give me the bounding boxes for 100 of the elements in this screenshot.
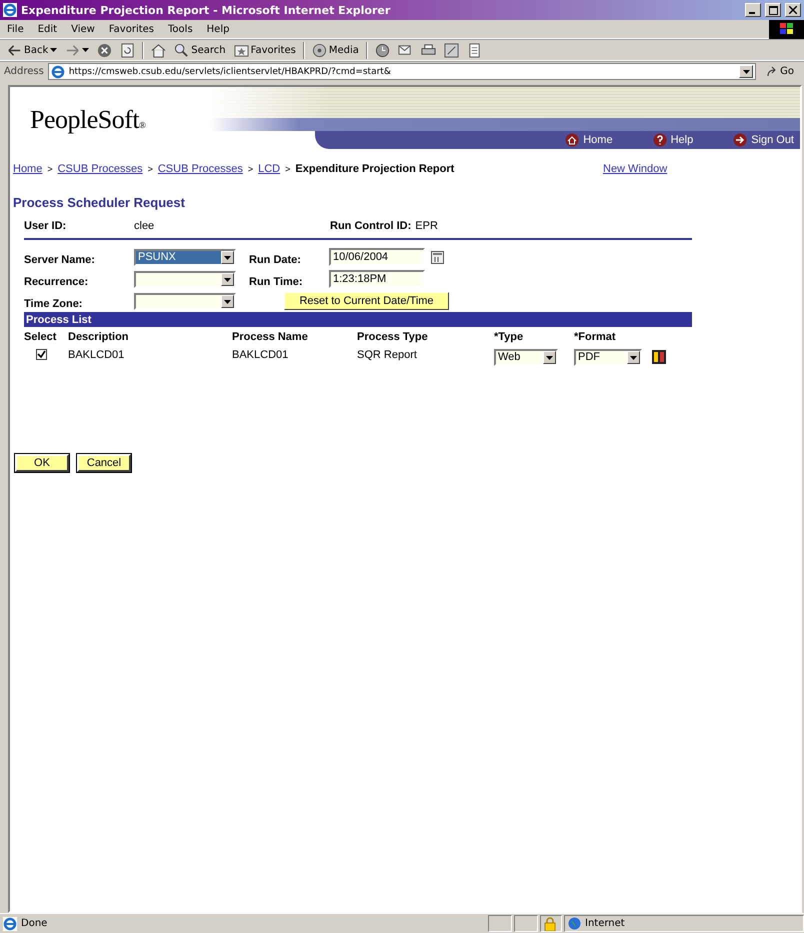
window-title: Expenditure Projection Report - Microsoft Internet Explorer xyxy=(21,4,392,16)
history-icon xyxy=(374,42,390,58)
column-header: Process Type xyxy=(357,330,429,343)
checkbox[interactable] xyxy=(36,349,47,360)
document-icon xyxy=(466,42,482,58)
printer-icon xyxy=(420,42,436,58)
status-panel xyxy=(488,915,512,932)
media-icon xyxy=(312,42,327,58)
arrow-icon xyxy=(733,133,748,147)
breadcrumb-link[interactable]: Home xyxy=(13,163,42,175)
arrow-icon xyxy=(766,66,778,78)
column-header: *Format xyxy=(574,330,617,343)
cancel-button[interactable]: Cancel xyxy=(77,454,131,472)
close-button[interactable] xyxy=(785,3,801,17)
field-label: Time Zone: xyxy=(24,298,84,310)
caret-icon xyxy=(224,300,231,304)
go-button[interactable]: Go xyxy=(760,66,800,78)
menu-item[interactable]: Help xyxy=(200,24,236,34)
caret-icon xyxy=(630,356,637,360)
zone-text: Internet xyxy=(585,918,625,929)
favorites-icon xyxy=(234,42,249,58)
toolbar-button[interactable]: Search xyxy=(171,40,229,60)
search-icon xyxy=(174,42,190,58)
toolbar-button[interactable]: Favorites xyxy=(230,40,299,60)
minimize-button[interactable] xyxy=(745,3,761,17)
mail-icon xyxy=(398,42,413,58)
column-header: *Type xyxy=(494,330,524,343)
field-value: clee xyxy=(134,220,156,232)
check-icon xyxy=(37,350,46,359)
toolbar-button[interactable]: Media xyxy=(308,40,362,60)
status-panel xyxy=(514,915,538,932)
menu-item[interactable]: View xyxy=(64,24,102,34)
date-field[interactable]: 10/06/2004 xyxy=(329,248,425,266)
breadcrumb-link[interactable]: LCD xyxy=(258,163,280,175)
field-label: Recurrence: xyxy=(24,276,90,288)
caret-icon xyxy=(224,256,231,260)
maximize-button[interactable] xyxy=(765,3,781,17)
field-label: Run Control ID: xyxy=(330,220,412,232)
breadcrumb-separator: > xyxy=(148,164,153,174)
distribution-icon[interactable] xyxy=(652,350,666,364)
field-label: Server Name: xyxy=(24,254,96,266)
breadcrumb-separator: > xyxy=(47,164,53,174)
help-icon xyxy=(652,133,667,147)
time-zone-select[interactable] xyxy=(134,293,236,310)
maximize-icon xyxy=(768,6,778,14)
type-select[interactable]: Web xyxy=(494,349,558,366)
breadcrumb-separator: > xyxy=(285,164,290,174)
column-header: Description xyxy=(68,330,130,343)
menu-item[interactable]: Tools xyxy=(161,24,200,34)
browser-icon xyxy=(3,3,17,17)
refresh-icon xyxy=(120,42,136,58)
nav-link[interactable]: Sign Out xyxy=(733,133,794,147)
column-header: Select xyxy=(24,330,58,343)
forward-arrow-icon xyxy=(65,42,80,58)
page-title: Process Scheduler Request xyxy=(13,195,186,210)
address-field[interactable]: https://cmsweb.csub.edu/servlets/iclientservlet/HBAKPRD/?cmd=start& xyxy=(48,63,756,80)
field-label: User ID: xyxy=(24,220,68,232)
menu-item[interactable]: Favorites xyxy=(102,24,162,34)
table-cell-text: SQR Report xyxy=(357,348,418,360)
logo: PeopleSoft® xyxy=(29,104,146,136)
field-label: Run Date: xyxy=(249,254,302,266)
page-icon xyxy=(3,916,17,930)
recurrence-select[interactable] xyxy=(134,271,236,288)
close-icon xyxy=(789,6,797,14)
flag-icon xyxy=(780,23,794,35)
home-icon xyxy=(151,42,166,58)
menu-item[interactable]: Edit xyxy=(30,24,64,34)
back-arrow-icon xyxy=(7,42,22,58)
server-name-select[interactable]: PSUNX xyxy=(134,249,236,266)
page-icon xyxy=(50,64,65,78)
field-value: EPR xyxy=(415,220,438,232)
caret-icon xyxy=(224,278,231,282)
edit-icon xyxy=(444,42,459,58)
menu-item[interactable]: File xyxy=(0,24,31,34)
breadcrumb-link[interactable]: CSUB Processes xyxy=(158,163,243,175)
address-label: Address xyxy=(4,66,44,77)
breadcrumb-link[interactable]: CSUB Processes xyxy=(58,163,143,175)
reset-button[interactable]: Reset to Current Date/Time xyxy=(284,292,449,310)
breadcrumb-current: Expenditure Projection Report xyxy=(295,163,454,175)
section-header: Process List xyxy=(24,312,692,327)
nav-link[interactable]: Help xyxy=(652,133,694,147)
stop-icon xyxy=(97,42,112,58)
ok-button[interactable]: OK xyxy=(15,454,69,472)
table-cell-text: BAKLCD01 xyxy=(68,348,126,360)
caret-icon xyxy=(546,356,553,360)
new-window-link[interactable]: New Window xyxy=(603,163,668,175)
column-header: Process Name xyxy=(232,330,309,343)
field-label: Run Time: xyxy=(249,276,304,288)
breadcrumb-separator: > xyxy=(248,164,254,174)
home-icon xyxy=(565,133,580,147)
table-cell-text: BAKLCD01 xyxy=(232,348,290,360)
format-select[interactable]: PDF xyxy=(574,349,642,366)
caret-icon xyxy=(50,48,58,52)
caret-icon xyxy=(82,48,90,52)
time-field[interactable]: 1:23:18PM xyxy=(329,270,425,288)
lock-icon xyxy=(544,916,556,930)
toolbar-button[interactable]: Back xyxy=(4,40,60,60)
caret-icon xyxy=(742,70,750,74)
calendar-icon[interactable] xyxy=(431,250,444,264)
nav-link[interactable]: Home xyxy=(565,133,613,147)
